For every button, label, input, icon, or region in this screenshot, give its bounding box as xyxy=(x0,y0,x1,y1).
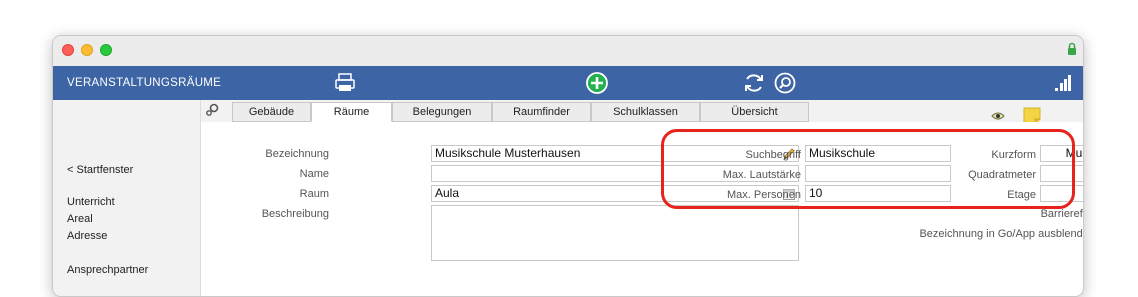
sidebar-back-link[interactable]: < Startfenster xyxy=(67,164,133,176)
add-icon[interactable] xyxy=(586,72,608,94)
printer-icon[interactable] xyxy=(334,73,356,93)
label-go-app: Bezeichnung in Go/App ausblenden xyxy=(919,228,1084,240)
etage-field[interactable] xyxy=(1040,185,1083,202)
tab-raeume[interactable]: Räume xyxy=(311,102,392,122)
tab-uebersicht[interactable]: Übersicht xyxy=(700,102,809,122)
gear-icon[interactable] xyxy=(205,103,219,117)
label-etage: Etage xyxy=(1007,189,1036,201)
title-bar xyxy=(53,36,1083,67)
label-kurzform: Kurzform xyxy=(991,149,1036,161)
refresh-icon[interactable] xyxy=(743,72,765,94)
label-suchbegriff: Suchbegriff xyxy=(745,149,801,161)
header-bar: VERANSTALTUNGSRÄUME xyxy=(53,66,1083,100)
label-barrierefrei: Barrierefrei xyxy=(1040,208,1083,220)
sidebar-item-areal[interactable]: Areal xyxy=(67,213,93,225)
eye-icon[interactable] xyxy=(991,111,1005,121)
label-quadratmeter: Quadratmeter xyxy=(968,169,1036,181)
minimize-button[interactable] xyxy=(81,44,93,56)
tab-belegungen[interactable]: Belegungen xyxy=(392,102,492,122)
label-beschreibung: Beschreibung xyxy=(261,208,329,220)
raum-value: Aula xyxy=(435,186,460,200)
close-button[interactable] xyxy=(62,44,74,56)
tab-bar: Gebäude Räume Belegungen Raumfinder Schu… xyxy=(201,100,1083,125)
beschreibung-field[interactable] xyxy=(431,205,799,261)
form-area: Bezeichnung Musikschule Musterhausen Nam… xyxy=(201,122,1084,296)
bezeichnung-value: Musikschule Musterhausen xyxy=(435,146,581,160)
tab-raumfinder[interactable]: Raumfinder xyxy=(492,102,591,122)
kurzform-field[interactable]: Mus xyxy=(1040,145,1083,162)
suchbegriff-value: Musikschule xyxy=(809,146,876,160)
sidebar-item-ansprechpartner[interactable]: Ansprechpartner xyxy=(67,264,148,276)
label-raum: Raum xyxy=(299,188,329,200)
label-max-personen: Max. Personen xyxy=(727,189,801,201)
sidebar: < Startfenster Unterricht Areal Adresse … xyxy=(53,100,201,296)
sidebar-item-unterricht[interactable]: Unterricht xyxy=(67,196,115,208)
tab-schulklassen[interactable]: Schulklassen xyxy=(591,102,700,122)
app-window: VERANSTALTUNGSRÄUME < Startfenster Unter… xyxy=(52,35,1084,297)
quadratmeter-field[interactable] xyxy=(1040,165,1083,182)
lock-icon[interactable] xyxy=(1067,42,1077,56)
label-name: Name xyxy=(299,168,329,180)
tab-gebaeude[interactable]: Gebäude xyxy=(232,102,311,122)
max-personen-value: 10 xyxy=(809,186,823,200)
zoom-button[interactable] xyxy=(100,44,112,56)
signal-icon xyxy=(1055,75,1071,91)
search-icon[interactable] xyxy=(773,72,797,94)
kurzform-value: Mus xyxy=(1065,146,1083,160)
sidebar-item-adresse[interactable]: Adresse xyxy=(67,230,107,242)
label-bezeichnung: Bezeichnung xyxy=(265,148,329,160)
label-max-lautstaerke: Max. Lautstärke xyxy=(722,169,801,181)
app-title: VERANSTALTUNGSRÄUME xyxy=(67,77,222,89)
